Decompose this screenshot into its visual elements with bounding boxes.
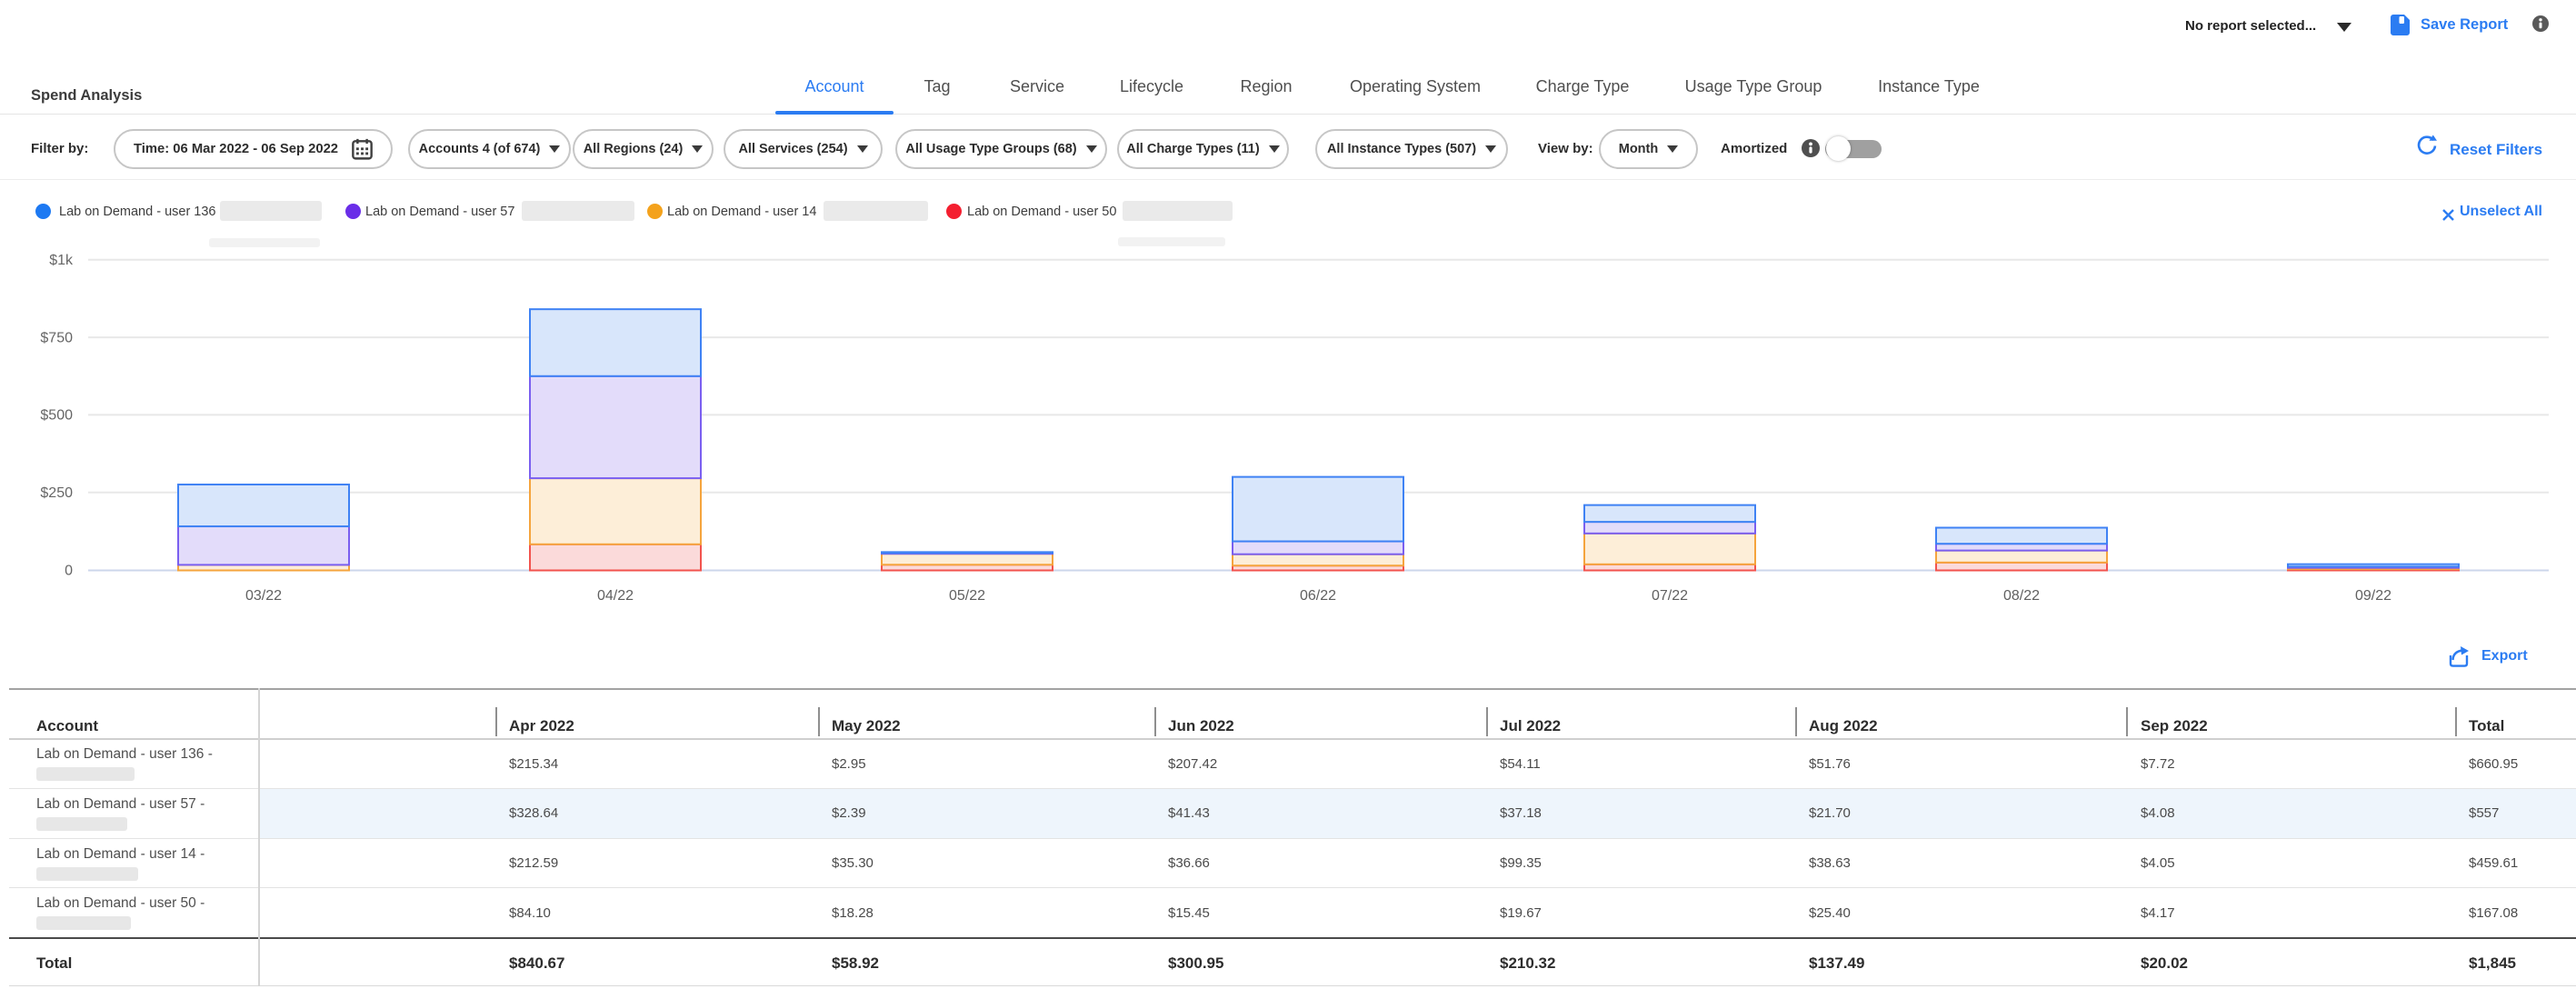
svg-text:07/22: 07/22 <box>1652 588 1688 604</box>
svg-text:$500: $500 <box>40 408 73 424</box>
svg-text:$750: $750 <box>40 330 73 345</box>
svg-text:08/22: 08/22 <box>2003 588 2040 604</box>
svg-text:04/22: 04/22 <box>597 588 634 604</box>
svg-text:0: 0 <box>65 564 73 579</box>
svg-text:$1k: $1k <box>49 253 74 268</box>
svg-text:06/22: 06/22 <box>1300 588 1336 604</box>
svg-text:$250: $250 <box>40 485 73 501</box>
svg-text:09/22: 09/22 <box>2355 588 2391 604</box>
svg-text:05/22: 05/22 <box>949 588 985 604</box>
svg-text:03/22: 03/22 <box>245 588 282 604</box>
